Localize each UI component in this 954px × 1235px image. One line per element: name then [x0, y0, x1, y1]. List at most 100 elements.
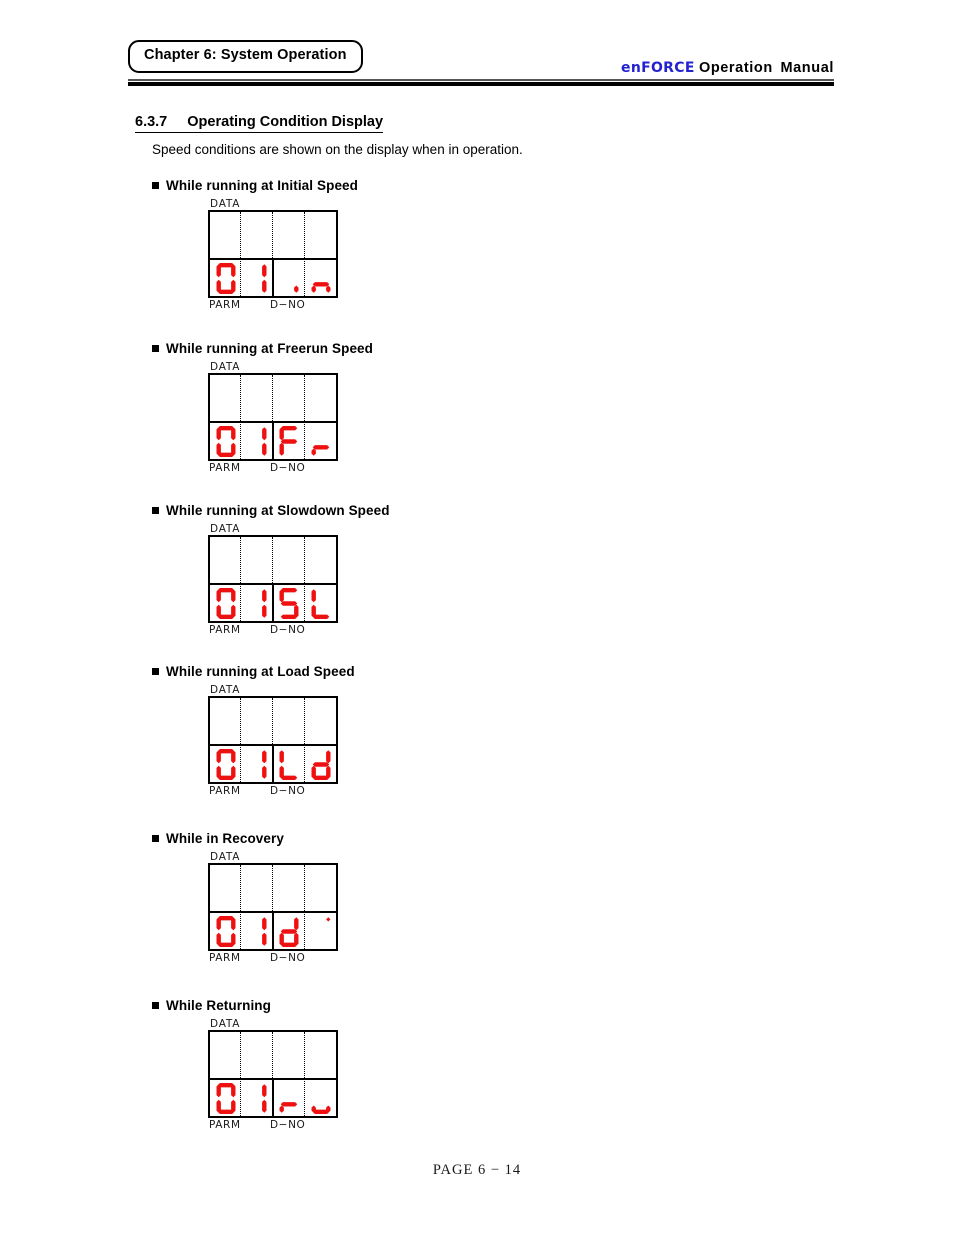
lcd-dotted-divider	[304, 698, 305, 783]
seven-segment-digit	[309, 915, 333, 948]
lcd-screen	[208, 210, 338, 299]
manual-title-text: Operation Manual	[698, 60, 834, 76]
condition-label-text: While Returning	[166, 998, 271, 1013]
condition-label-text: While in Recovery	[166, 831, 284, 846]
seven-segment-digit	[277, 1082, 301, 1115]
seven-segment-digit	[214, 915, 238, 948]
lcd-data-label: DATA	[210, 361, 241, 373]
lcd-dno-label: D−NO	[270, 785, 306, 798]
condition-label-text: While running at Initial Speed	[166, 178, 359, 193]
seven-segment-digit	[214, 587, 238, 620]
seven-segment-digit	[245, 915, 269, 948]
lcd-bottom-labels: PARM D−NO	[208, 952, 342, 968]
lcd-screen	[208, 373, 338, 462]
lcd-bottom-labels: PARM D−NO	[208, 462, 342, 478]
lcd-dno-label: D−NO	[270, 299, 306, 312]
condition-block: While running at Freerun Speed DATA PARM D−…	[152, 341, 373, 478]
lcd-bottom-labels: PARM D−NO	[208, 299, 342, 315]
chapter-label: Chapter 6: System Operation	[144, 47, 347, 63]
condition-label-text: While running at Freerun Speed	[166, 341, 374, 356]
seven-segment-digit	[245, 748, 269, 781]
lcd-vertical-divider	[272, 583, 274, 622]
lcd-vertical-divider	[272, 1078, 274, 1117]
seven-segment-digit	[245, 587, 269, 620]
condition-label: While Returning	[152, 998, 342, 1013]
square-bullet-icon	[152, 668, 159, 675]
condition-label-text: While running at Load Speed	[166, 664, 355, 679]
lcd-data-label: DATA	[210, 523, 241, 535]
condition-block: While in Recovery DATA PARM D−NO	[152, 831, 342, 968]
lcd-parm-label: PARM	[209, 624, 241, 637]
lcd-bottom-labels: PARM D−NO	[208, 624, 342, 640]
divider-thick-line	[128, 82, 834, 86]
lcd-dotted-divider	[304, 865, 305, 950]
lcd-dotted-divider	[304, 375, 305, 460]
seven-segment-digit	[214, 425, 238, 458]
page-number: PAGE 6 − 14	[432, 1162, 522, 1178]
lcd-bottom-labels: PARM D−NO	[208, 1119, 342, 1135]
lcd-dotted-divider	[240, 375, 241, 460]
lcd-parm-label: PARM	[209, 785, 241, 798]
chapter-badge: Chapter 6: System Operation	[128, 40, 363, 73]
condition-label: While running at Freerun Speed	[152, 341, 373, 356]
lcd-screen	[208, 696, 338, 785]
condition-label: While running at Slowdown Speed	[152, 503, 390, 518]
square-bullet-icon	[152, 1002, 159, 1009]
lcd-data-label: DATA	[210, 1018, 241, 1030]
lcd-dotted-divider	[240, 1032, 241, 1117]
seven-segment-digit	[214, 262, 238, 295]
enforce-logo: enFORCE	[621, 60, 695, 76]
lcd-data-label: DATA	[210, 198, 241, 210]
lcd-vertical-divider	[272, 911, 274, 950]
lcd-display: DATA PARM D−NO	[208, 1018, 342, 1135]
lcd-display: DATA PARM D−NO	[208, 523, 342, 640]
lcd-dotted-divider	[304, 212, 305, 297]
square-bullet-icon	[152, 507, 159, 514]
lcd-parm-label: PARM	[209, 1119, 241, 1132]
condition-block: While Returning DATA PARM D−NO	[152, 998, 342, 1135]
condition-block: While running at Initial Speed DATA PARM D−…	[152, 178, 358, 315]
seven-segment-digit	[214, 1082, 238, 1115]
square-bullet-icon	[152, 345, 159, 352]
lcd-vertical-divider	[272, 421, 274, 460]
seven-segment-digit	[309, 587, 333, 620]
seven-segment-digit	[277, 587, 301, 620]
seven-segment-digit	[277, 262, 301, 295]
seven-segment-digit	[309, 262, 333, 295]
seven-segment-digit	[245, 1082, 269, 1115]
seven-segment-digit	[245, 262, 269, 295]
condition-label: While in Recovery	[152, 831, 342, 846]
seven-segment-digit	[309, 1082, 333, 1115]
lcd-data-label: DATA	[210, 851, 241, 863]
lcd-dno-label: D−NO	[270, 952, 306, 965]
lcd-parm-label: PARM	[209, 952, 241, 965]
lcd-vertical-divider	[272, 744, 274, 783]
lcd-data-label: DATA	[210, 684, 241, 696]
condition-block: While running at Load Speed DATA PARM D−NO	[152, 664, 355, 801]
seven-segment-digit	[277, 748, 301, 781]
lcd-dotted-divider	[240, 537, 241, 622]
manual-title: enFORCE Operation Manual	[621, 60, 834, 76]
page-footer: PAGE 6 − 14	[0, 1162, 954, 1179]
condition-block: While running at Slowdown Speed DATA PARM D…	[152, 503, 390, 640]
seven-segment-digit	[277, 915, 301, 948]
lcd-dno-label: D−NO	[270, 1119, 306, 1132]
lcd-screen	[208, 535, 338, 624]
header-divider	[128, 79, 834, 86]
seven-segment-digit	[214, 748, 238, 781]
condition-label: While running at Load Speed	[152, 664, 355, 679]
lcd-parm-label: PARM	[209, 299, 241, 312]
lcd-bottom-labels: PARM D−NO	[208, 785, 342, 801]
lcd-dotted-divider	[240, 212, 241, 297]
square-bullet-icon	[152, 835, 159, 842]
seven-segment-digit	[309, 748, 333, 781]
section-heading: 6.3.7 Operating Condition Display	[135, 114, 384, 133]
section-number: 6.3.7	[135, 114, 168, 130]
lcd-dno-label: D−NO	[270, 624, 306, 637]
section-title: Operating Condition Display	[187, 114, 384, 130]
lcd-display: DATA PARM D−NO	[208, 851, 342, 968]
seven-segment-digit	[309, 425, 333, 458]
lcd-display: DATA PARM D−NO	[208, 198, 342, 315]
lcd-dotted-divider	[304, 537, 305, 622]
seven-segment-digit	[245, 425, 269, 458]
